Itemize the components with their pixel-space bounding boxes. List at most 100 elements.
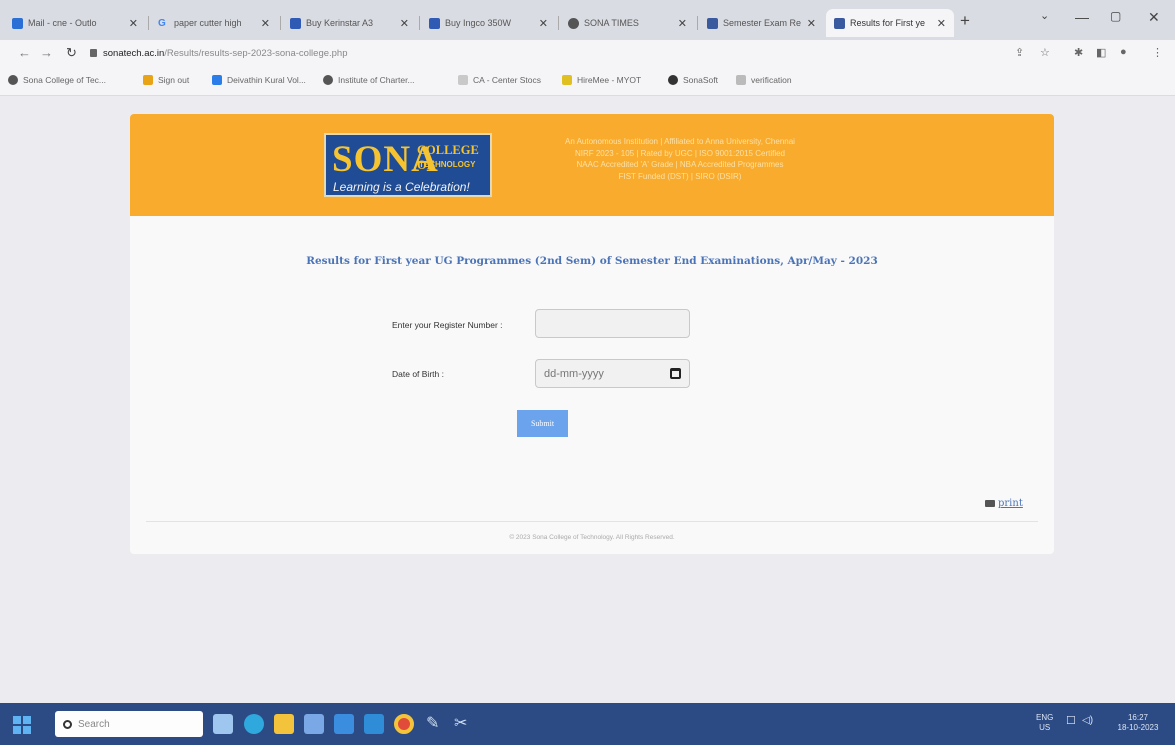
sona-college-logo: SONA COLLEGE OF TECHNOLOGY Learning is a… (324, 133, 492, 197)
bookmark-hiremee[interactable]: HireMee - MYOT (562, 75, 641, 85)
forward-arrow-icon[interactable]: → (40, 45, 53, 60)
college-banner: SONA COLLEGE OF TECHNOLOGY Learning is a… (130, 114, 1054, 216)
browser-toolbar: ← → ↻ sonatech.ac.in /Results/results-se… (0, 40, 1175, 66)
extensions-puzzle-icon[interactable]: ✱ (1074, 46, 1083, 59)
outlook-app-icon[interactable] (364, 714, 384, 734)
mail-icon[interactable] (334, 714, 354, 734)
edge-browser-icon[interactable] (244, 714, 264, 734)
url-path: /Results/results-sep-2023-sona-college.p… (164, 47, 348, 59)
windows-start-icon[interactable] (13, 716, 31, 734)
globe-icon (8, 75, 18, 85)
bookmark-verification[interactable]: verification (736, 75, 792, 85)
tab-title: Results for First ye (850, 18, 926, 28)
globe-icon (568, 17, 579, 29)
page-icon (458, 75, 468, 85)
file-explorer-icon[interactable] (274, 714, 294, 734)
dob-date-input[interactable]: dd-mm-yyyy (535, 359, 690, 388)
network-icon[interactable]: ☐ (1066, 716, 1076, 727)
results-card: SONA COLLEGE OF TECHNOLOGY Learning is a… (130, 114, 1054, 554)
tab-title: Semester Exam Re (723, 18, 802, 28)
logo-technology-text: TECHNOLOGY (419, 160, 476, 169)
site-icon (707, 17, 718, 29)
tab-search-chevron-icon[interactable]: ⌄ (1040, 9, 1049, 22)
volume-icon[interactable]: ◁) (1082, 716, 1093, 726)
hiremee-icon (562, 75, 572, 85)
close-window-button[interactable]: ✕ (1148, 9, 1160, 26)
close-tab-icon[interactable]: ✕ (261, 17, 270, 30)
profile-icon[interactable]: ● (1120, 46, 1127, 58)
bookmark-institute-chartered[interactable]: Institute of Charter... (323, 75, 415, 85)
tab-title: Buy Ingco 350W (445, 18, 512, 28)
tab-sona-times[interactable]: SONA TIMES ✕ (560, 9, 695, 37)
page-viewport: SONA COLLEGE OF TECHNOLOGY Learning is a… (0, 96, 1175, 703)
calendar-icon[interactable] (670, 368, 681, 379)
browser-tab-strip: Mail - cne - Outlo ✕ G paper cutter high… (0, 0, 1175, 40)
close-tab-icon[interactable]: ✕ (937, 17, 946, 30)
back-arrow-icon[interactable]: ← (18, 45, 31, 60)
footer-divider (146, 521, 1038, 522)
shop-icon (429, 17, 440, 29)
windows-taskbar: Search ✎ ✂ ENG US ☐ ◁) 16:27 18-10-2023 (0, 703, 1175, 745)
share-icon[interactable]: ⇪ (1015, 46, 1024, 59)
close-tab-icon[interactable]: ✕ (539, 17, 548, 30)
globe-icon (323, 75, 333, 85)
copyright-footer: © 2023 Sona College of Technology. All R… (509, 534, 675, 541)
bookmark-sona-college[interactable]: Sona College of Tec... (8, 75, 106, 85)
tab-title: paper cutter high (174, 18, 242, 28)
tab-title: SONA TIMES (584, 18, 639, 28)
bookmark-star-icon[interactable]: ☆ (1040, 46, 1050, 59)
site-icon (834, 17, 845, 29)
close-tab-icon[interactable]: ✕ (400, 17, 409, 30)
weather-widget-icon[interactable] (213, 714, 233, 734)
sonasoft-icon (668, 75, 678, 85)
tab-title: Buy Kerinstar A3 (306, 18, 374, 28)
address-bar[interactable]: sonatech.ac.in /Results/results-sep-2023… (90, 43, 990, 63)
store-icon[interactable] (304, 714, 324, 734)
page-icon (736, 75, 746, 85)
taskbar-search-box[interactable]: Search (55, 711, 203, 737)
submit-button[interactable]: Submit (517, 410, 568, 437)
accreditation-info: An Autonomous Institution | Affiliated t… (565, 137, 795, 181)
results-heading: Results for First year UG Programmes (2n… (306, 255, 878, 267)
register-number-label: Enter your Register Number : (392, 320, 503, 330)
search-icon (63, 719, 72, 729)
tab-google-search[interactable]: G paper cutter high ✕ (150, 9, 278, 37)
tab-kerinstar[interactable]: Buy Kerinstar A3 ✕ (282, 9, 417, 37)
shop-icon (290, 17, 301, 29)
dob-label: Date of Birth : (392, 369, 444, 379)
printer-icon (985, 500, 995, 507)
chrome-icon[interactable] (394, 714, 414, 734)
tab-ingco[interactable]: Buy Ingco 350W ✕ (421, 9, 556, 37)
drive-icon (212, 75, 222, 85)
bookmark-deivathin-kural[interactable]: Deivathin Kural Vol... (212, 75, 306, 85)
print-link[interactable]: print (985, 498, 1023, 509)
bookmark-ca-center[interactable]: CA - Center Stocs (458, 75, 541, 85)
minimize-button[interactable]: — (1075, 9, 1089, 25)
language-indicator[interactable]: ENG US (1036, 713, 1053, 733)
bookmarks-bar: Sona College of Tec... Sign out Deivathi… (0, 66, 1175, 96)
pen-icon[interactable]: ✎ (426, 714, 446, 734)
clock[interactable]: 16:27 18-10-2023 (1108, 713, 1168, 733)
menu-dots-icon[interactable]: ⋮ (1152, 46, 1163, 59)
bookmark-sonasoft[interactable]: SonaSoft (668, 75, 718, 85)
close-tab-icon[interactable]: ✕ (129, 17, 138, 30)
google-icon: G (158, 17, 166, 29)
lock-icon (90, 49, 97, 57)
url-host: sonatech.ac.in (103, 47, 165, 59)
bookmark-sign-out[interactable]: Sign out (143, 75, 189, 85)
tab-title: Mail - cne - Outlo (28, 18, 97, 28)
new-tab-button[interactable]: + (960, 11, 970, 31)
register-number-input[interactable] (535, 309, 690, 338)
side-panel-icon[interactable]: ◧ (1096, 46, 1106, 59)
close-tab-icon[interactable]: ✕ (678, 17, 687, 30)
snipping-tool-icon[interactable]: ✂ (454, 714, 474, 734)
tab-outlook-mail[interactable]: Mail - cne - Outlo ✕ (4, 9, 146, 37)
grid-icon (143, 75, 153, 85)
tab-semester-exam[interactable]: Semester Exam Re ✕ (699, 9, 824, 37)
outlook-icon (12, 17, 23, 29)
tab-results-active[interactable]: Results for First ye ✕ (826, 9, 954, 37)
close-tab-icon[interactable]: ✕ (807, 17, 816, 30)
reload-icon[interactable]: ↻ (66, 45, 77, 61)
restore-button[interactable]: ▢ (1110, 9, 1121, 23)
logo-tagline: Learning is a Celebration! (333, 180, 470, 194)
